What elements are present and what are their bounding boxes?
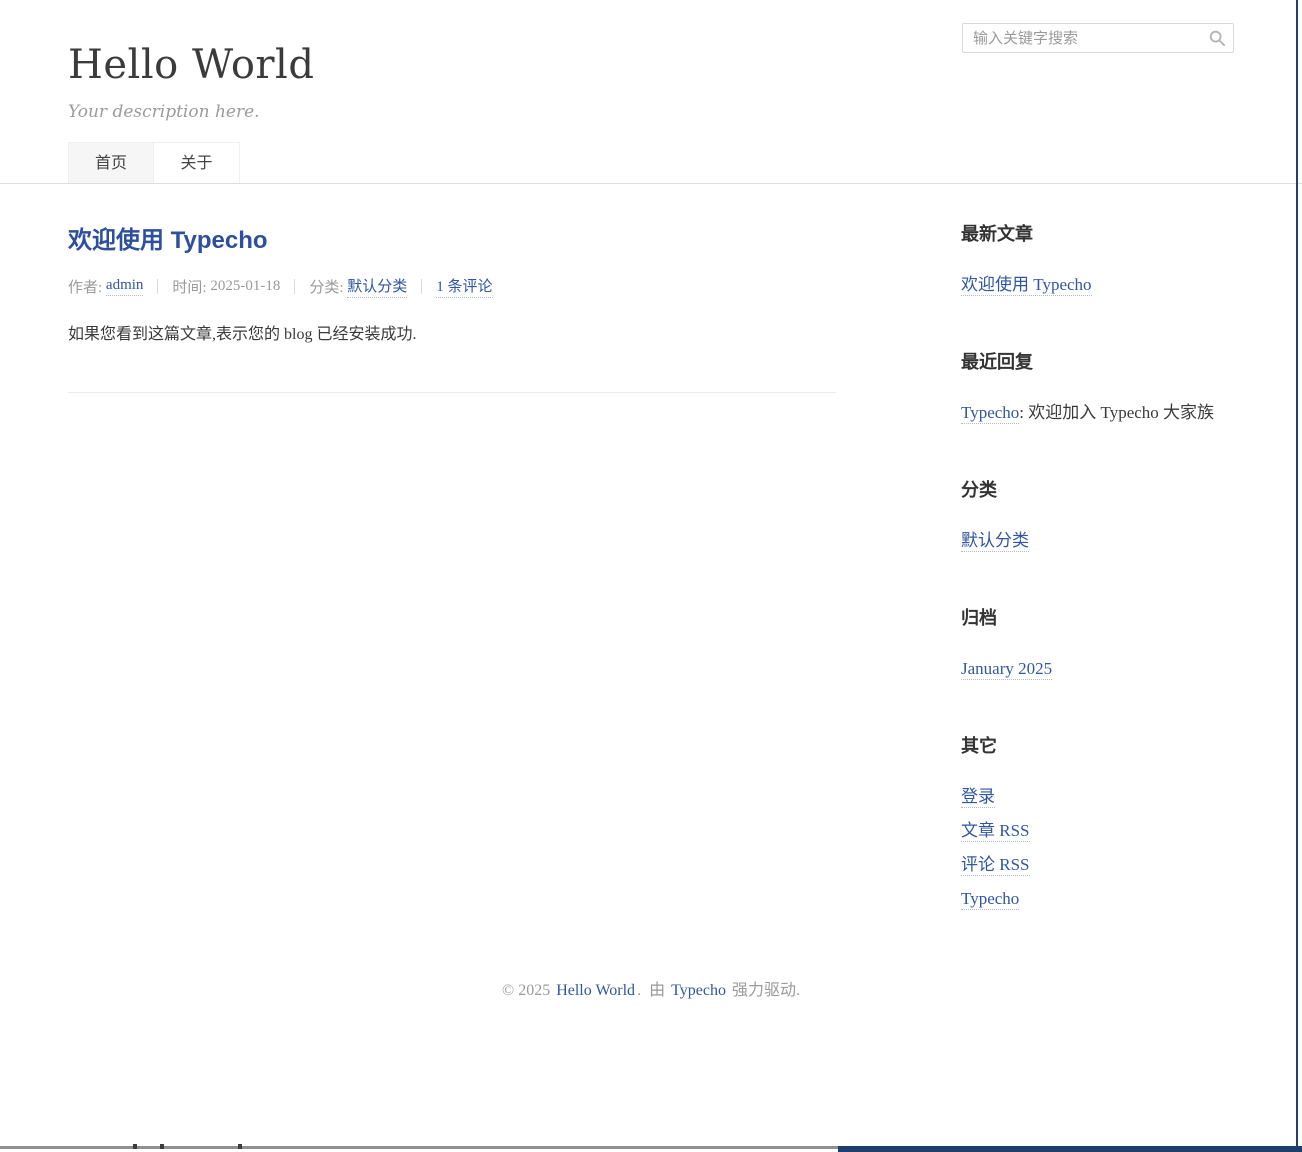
list-item: 文章 RSS: [961, 814, 1234, 848]
bottom-bar-artifact: [238, 1144, 242, 1149]
meta-separator: [157, 279, 158, 294]
sidebar-link[interactable]: 评论 RSS: [961, 855, 1030, 876]
date-label: 时间:: [172, 276, 206, 297]
site-description: Your description here.: [68, 102, 1234, 122]
bottom-bar: [0, 1146, 838, 1149]
search-input[interactable]: [962, 23, 1234, 53]
author-link[interactable]: admin: [106, 277, 144, 296]
nav-link-home[interactable]: 首页: [68, 142, 154, 183]
sidebar-link[interactable]: Typecho: [961, 403, 1019, 424]
list-item: 默认分类: [961, 524, 1234, 558]
meta-separator: [294, 279, 295, 294]
sidebar-item-text: : 欢迎加入 Typecho 大家族: [1019, 403, 1214, 422]
widget-title: 其它: [961, 732, 1234, 758]
post: 欢迎使用 Typecho 作者: admin 时间: 2025-01-18 分类…: [68, 220, 836, 348]
post-divider: [68, 392, 836, 393]
list-item: Typecho: [961, 882, 1234, 916]
nav-link-about[interactable]: 关于: [154, 142, 240, 183]
sidebar-link[interactable]: Typecho: [961, 889, 1019, 910]
site-footer: © 2025 Hello World. 由 Typecho 强力驱动.: [68, 962, 1234, 1040]
list-item: 登录: [961, 780, 1234, 814]
widget-title: 最新文章: [961, 220, 1234, 246]
search-form: [962, 23, 1234, 53]
sidebar: 最新文章欢迎使用 Typecho最近回复Typecho: 欢迎加入 Typech…: [961, 184, 1234, 962]
search-icon[interactable]: [1208, 29, 1226, 47]
footer-separator: .: [637, 982, 641, 999]
widget-title: 最近回复: [961, 348, 1234, 374]
post-title: 欢迎使用 Typecho: [68, 220, 836, 255]
footer-powered-suffix: 强力驱动.: [732, 982, 800, 999]
sidebar-link[interactable]: 登录: [961, 787, 995, 808]
nav-item-about[interactable]: 关于: [154, 142, 240, 183]
site-title-link[interactable]: Hello World: [68, 42, 314, 88]
bottom-bar-artifact: [160, 1144, 164, 1149]
list-item: January 2025: [961, 652, 1234, 686]
widget-title: 分类: [961, 476, 1234, 502]
author-label: 作者:: [68, 276, 102, 297]
footer-powered-prefix: 由: [649, 982, 665, 999]
site-header: Hello World Your description here. 首页 关于: [0, 0, 1302, 184]
sidebar-link[interactable]: 默认分类: [961, 531, 1029, 552]
comments-link[interactable]: 1 条评论: [436, 275, 492, 298]
bottom-bar-artifact: [133, 1144, 137, 1149]
footer-site-link[interactable]: Hello World: [556, 982, 635, 999]
footer-copyright: © 2025: [502, 982, 550, 999]
sidebar-link[interactable]: 文章 RSS: [961, 821, 1030, 842]
post-meta: 作者: admin 时间: 2025-01-18 分类: 默认分类 1 条评论: [68, 275, 836, 298]
footer-powered-link[interactable]: Typecho: [671, 982, 726, 999]
sidebar-widget: 分类默认分类: [961, 476, 1234, 558]
sidebar-widget: 最新文章欢迎使用 Typecho: [961, 220, 1234, 302]
sidebar-link[interactable]: 欢迎使用 Typecho: [961, 275, 1092, 296]
post-title-link[interactable]: 欢迎使用 Typecho: [68, 227, 268, 254]
list-item: Typecho: 欢迎加入 Typecho 大家族: [961, 396, 1234, 430]
list-item: 欢迎使用 Typecho: [961, 268, 1234, 302]
bottom-bar-highlight: [838, 1146, 1302, 1152]
post-date: 2025-01-18: [210, 278, 280, 295]
category-link[interactable]: 默认分类: [347, 275, 407, 298]
post-body: 如果您看到这篇文章,表示您的 blog 已经安装成功.: [68, 322, 836, 348]
sidebar-widget: 最近回复 Typecho: 欢迎加入 Typecho 大家族: [961, 348, 1234, 430]
sidebar-widget: 归档 January 2025: [961, 604, 1234, 686]
post-list: 欢迎使用 Typecho 作者: admin 时间: 2025-01-18 分类…: [68, 184, 836, 393]
sidebar-link[interactable]: January 2025: [961, 659, 1052, 680]
window-right-border: [1296, 0, 1298, 1152]
list-item: 评论 RSS: [961, 848, 1234, 882]
category-label: 分类:: [309, 276, 343, 297]
main-nav: 首页 关于: [68, 142, 1234, 183]
widget-title: 归档: [961, 604, 1234, 630]
sidebar-widget: 其它登录文章 RSS 评论 RSS Typecho: [961, 732, 1234, 916]
meta-separator: [421, 279, 422, 294]
nav-item-home[interactable]: 首页: [68, 142, 154, 183]
